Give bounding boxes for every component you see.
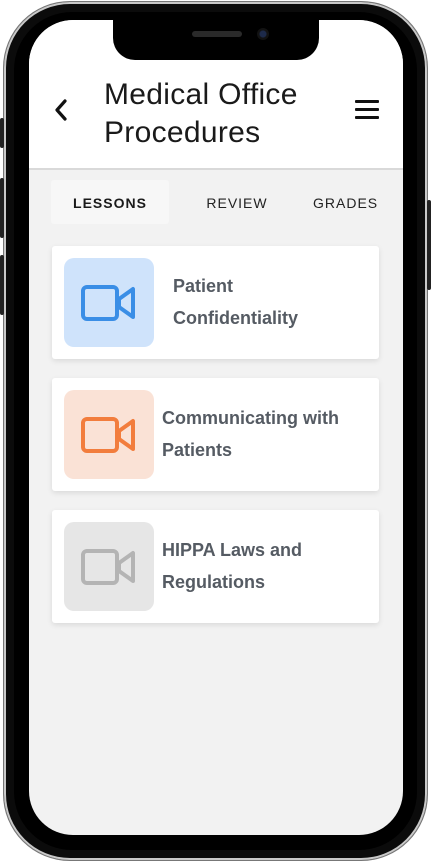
lesson-title: HIPPA Laws and Regulations (162, 534, 372, 598)
chevron-left-icon (55, 99, 67, 121)
back-button[interactable] (49, 98, 73, 122)
video-camera-icon (81, 416, 135, 453)
page-title-line-1: Medical Office (104, 78, 298, 111)
tab-bar: LESSONS REVIEW GRADES (51, 180, 403, 226)
hamburger-menu-icon (355, 100, 379, 119)
side-button-silent (0, 118, 4, 148)
tab-review[interactable]: REVIEW (193, 180, 281, 224)
page-title-line-2: Procedures (104, 116, 261, 149)
tab-grades[interactable]: GRADES (313, 180, 403, 224)
lesson-card[interactable]: HIPPA Laws and Regulations (52, 510, 379, 623)
tab-lessons[interactable]: LESSONS (51, 180, 169, 224)
lesson-card[interactable]: Communicating with Patients (52, 378, 379, 491)
side-button-power (427, 200, 431, 290)
speaker-grille (192, 31, 242, 37)
lesson-thumbnail (64, 390, 154, 479)
lesson-title-line-2: Regulations (162, 572, 266, 592)
notch (113, 20, 319, 60)
lesson-title-line-1: Communicating with (162, 408, 339, 428)
lesson-title-line-1: HIPPA Laws and (162, 540, 303, 560)
lesson-title-line-2: Confidentiality (173, 308, 298, 328)
lesson-card[interactable]: Patient Confidentiality (52, 246, 379, 359)
front-camera-icon (257, 28, 269, 40)
lesson-title-line-1: Patient (173, 276, 234, 296)
video-camera-icon (81, 548, 135, 585)
app-screen: Medical Office Procedures LESSONS REVIEW… (29, 20, 403, 835)
page-title: Medical Office Procedures (104, 76, 344, 152)
side-button-volume-up (0, 178, 4, 238)
menu-button[interactable] (355, 100, 379, 122)
lesson-title: Communicating with Patients (162, 402, 372, 466)
lesson-thumbnail (64, 522, 154, 611)
lesson-title-line-2: Patients (162, 440, 233, 460)
lesson-thumbnail (64, 258, 154, 347)
video-camera-icon (81, 284, 135, 321)
side-button-volume-down (0, 255, 4, 315)
lesson-title: Patient Confidentiality (173, 270, 383, 334)
